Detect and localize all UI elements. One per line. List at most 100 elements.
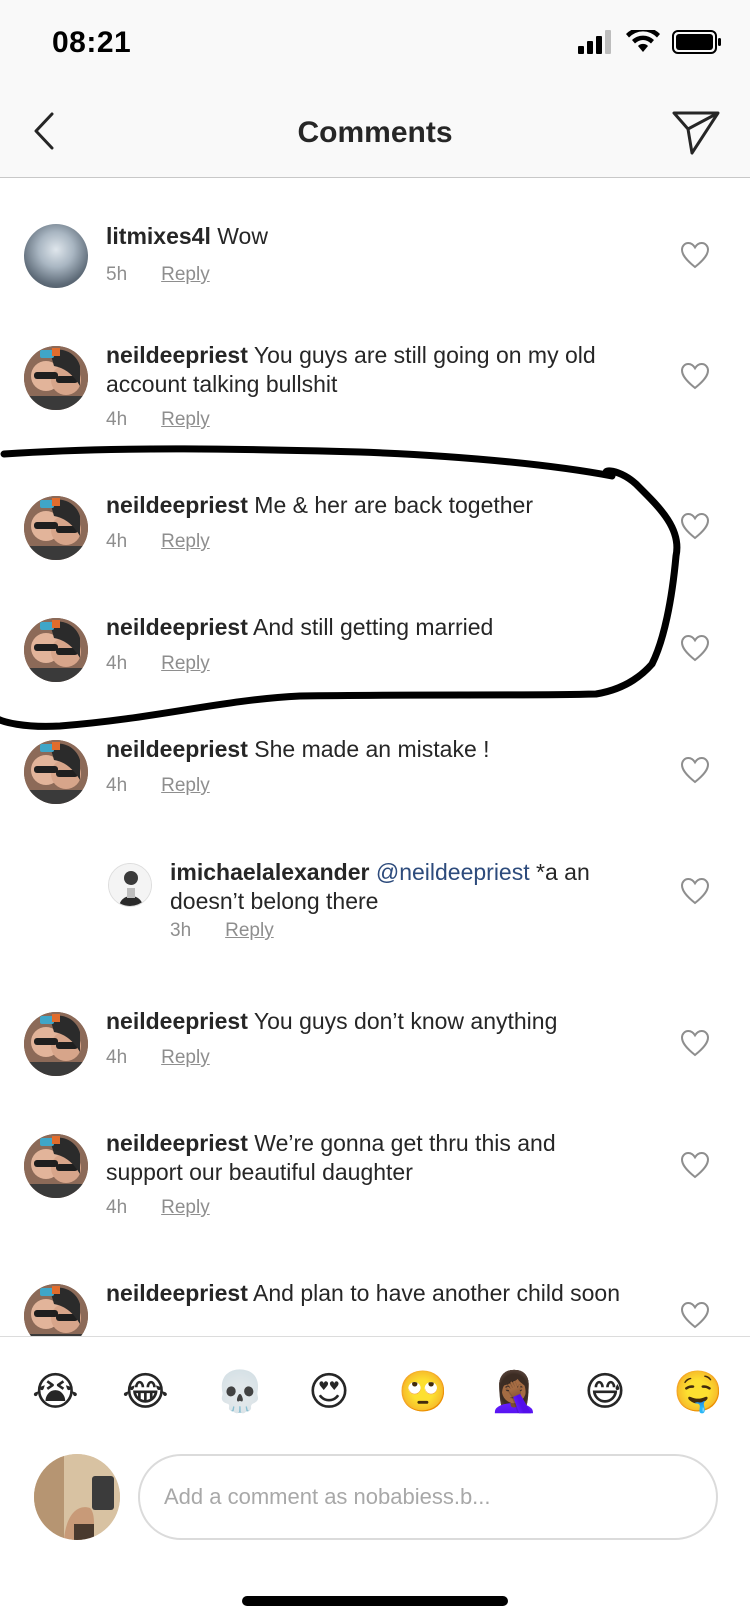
emoji-quick-reactions: 😭 😂 💀 😍 🙄 🤦🏾‍♀️ 😅 🤤: [0, 1336, 750, 1446]
self-photo: [34, 1454, 120, 1540]
comment-meta: 4h Reply: [106, 1197, 210, 1219]
couple-photo: [24, 1012, 88, 1076]
comment-meta: 4h Reply: [106, 1047, 210, 1069]
couple-photo: [24, 496, 88, 560]
comment-time: 4h: [106, 531, 128, 552]
profile-photo: [109, 864, 151, 906]
reply-button[interactable]: Reply: [225, 920, 274, 942]
comment-username[interactable]: neildeepriest: [106, 614, 248, 640]
heart-icon[interactable]: [680, 1151, 710, 1179]
status-bar: 08:21: [0, 0, 750, 88]
status-icons: [578, 30, 722, 54]
couple-photo: [24, 618, 88, 682]
avatar[interactable]: [24, 346, 88, 410]
comment-meta: 3h Reply: [170, 920, 274, 942]
emoji-drooling[interactable]: 🤤: [673, 1369, 723, 1415]
avatar[interactable]: [24, 496, 88, 560]
couple-photo: [24, 1134, 88, 1198]
avatar[interactable]: [24, 740, 88, 804]
add-comment-input[interactable]: [138, 1454, 718, 1540]
avatar[interactable]: [24, 1134, 88, 1198]
couple-photo: [24, 1284, 88, 1336]
reply-button[interactable]: Reply: [161, 1197, 210, 1219]
reply-button[interactable]: Reply: [161, 264, 210, 286]
comment-username[interactable]: neildeepriest: [106, 736, 248, 762]
comment-username[interactable]: neildeepriest: [106, 1008, 248, 1034]
comment-username[interactable]: litmixes4l: [106, 223, 211, 249]
comment-username[interactable]: neildeepriest: [106, 342, 248, 368]
comment-mention-link[interactable]: @neildeepriest: [376, 859, 530, 885]
comment-text: neildeepriest And plan to have another c…: [106, 1279, 626, 1308]
comment-text: neildeepriest Me & her are back together: [106, 491, 626, 520]
reply-button[interactable]: Reply: [161, 775, 210, 797]
comment-time: 4h: [106, 1047, 128, 1068]
heart-icon[interactable]: [680, 1301, 710, 1329]
comment-time: 4h: [106, 775, 128, 796]
avatar[interactable]: [24, 618, 88, 682]
comment-text: neildeepriest And still getting married: [106, 613, 626, 642]
emoji-loudly-crying[interactable]: 😭: [32, 1369, 79, 1415]
emoji-skull[interactable]: 💀: [215, 1369, 265, 1415]
comment-text: neildeepriest You guys are still going o…: [106, 341, 626, 399]
my-avatar[interactable]: [34, 1454, 120, 1540]
comment-body: And still getting married: [253, 614, 494, 640]
battery-icon: [672, 30, 721, 54]
heart-icon[interactable]: [680, 756, 710, 784]
heart-icon[interactable]: [680, 512, 710, 540]
comment-time: 3h: [170, 920, 192, 941]
comment-body: And plan to have another child soon: [253, 1280, 621, 1306]
emoji-facepalm[interactable]: 🤦🏾‍♀️: [489, 1369, 539, 1415]
comment-meta: 4h Reply: [106, 531, 210, 553]
comment-composer: [0, 1446, 750, 1562]
couple-photo: [24, 740, 88, 804]
comment-body: She made an mistake !: [254, 736, 490, 762]
comment-time: 4h: [106, 409, 128, 430]
heart-icon[interactable]: [680, 877, 710, 905]
heart-icon[interactable]: [680, 634, 710, 662]
comment-body: Wow: [217, 223, 268, 249]
comment-text: imichaelalexander @neildeepriest *a an d…: [170, 858, 630, 916]
heart-icon[interactable]: [680, 1029, 710, 1057]
comment-username[interactable]: imichaelalexander: [170, 859, 369, 885]
comment-time: 5h: [106, 264, 128, 285]
comment-text: neildeepriest You guys don’t know anythi…: [106, 1007, 626, 1036]
comment-username[interactable]: neildeepriest: [106, 1130, 248, 1156]
status-time: 08:21: [52, 26, 132, 59]
comment-time: 4h: [106, 653, 128, 674]
comment-username[interactable]: neildeepriest: [106, 1280, 248, 1306]
comment-text: neildeepriest She made an mistake !: [106, 735, 626, 764]
page-title: Comments: [297, 116, 453, 149]
reply-button[interactable]: Reply: [161, 531, 210, 553]
cellular-signal-icon: [578, 30, 611, 54]
comment-text: litmixes4l Wow: [106, 222, 626, 251]
emoji-eye-roll[interactable]: 🙄: [398, 1369, 448, 1415]
comment-meta: 5h Reply: [106, 264, 210, 286]
comment-meta: 4h Reply: [106, 775, 210, 797]
comment-body: You guys don’t know anything: [253, 1008, 558, 1034]
reply-button[interactable]: Reply: [161, 409, 210, 431]
emoji-tears-of-joy[interactable]: 😂: [122, 1369, 169, 1415]
comments-list: litmixes4l Wow 5h Reply neildeepriest Yo…: [0, 178, 750, 1336]
reply-button[interactable]: Reply: [161, 1047, 210, 1069]
comment-username[interactable]: neildeepriest: [106, 492, 248, 518]
avatar[interactable]: [24, 224, 88, 288]
avatar[interactable]: [108, 863, 152, 907]
heart-icon[interactable]: [680, 362, 710, 390]
nav-bar: Comments: [0, 88, 750, 178]
emoji-heart-eyes[interactable]: 😍: [306, 1369, 352, 1415]
comment-time: 4h: [106, 1197, 128, 1218]
home-indicator[interactable]: [242, 1596, 508, 1606]
emoji-sweat-smile[interactable]: 😅: [582, 1369, 628, 1415]
comment-meta: 4h Reply: [106, 653, 210, 675]
couple-photo: [24, 346, 88, 410]
direct-message-button[interactable]: [668, 104, 724, 160]
comment-meta: 4h Reply: [106, 409, 210, 431]
wifi-icon: [626, 30, 660, 52]
heart-icon[interactable]: [680, 241, 710, 269]
reply-button[interactable]: Reply: [161, 653, 210, 675]
paper-plane-icon: [672, 111, 720, 155]
comment-body: Me & her are back together: [254, 492, 533, 518]
comment-text: neildeepriest We’re gonna get thru this …: [106, 1129, 626, 1187]
avatar[interactable]: [24, 1284, 88, 1336]
avatar[interactable]: [24, 1012, 88, 1076]
